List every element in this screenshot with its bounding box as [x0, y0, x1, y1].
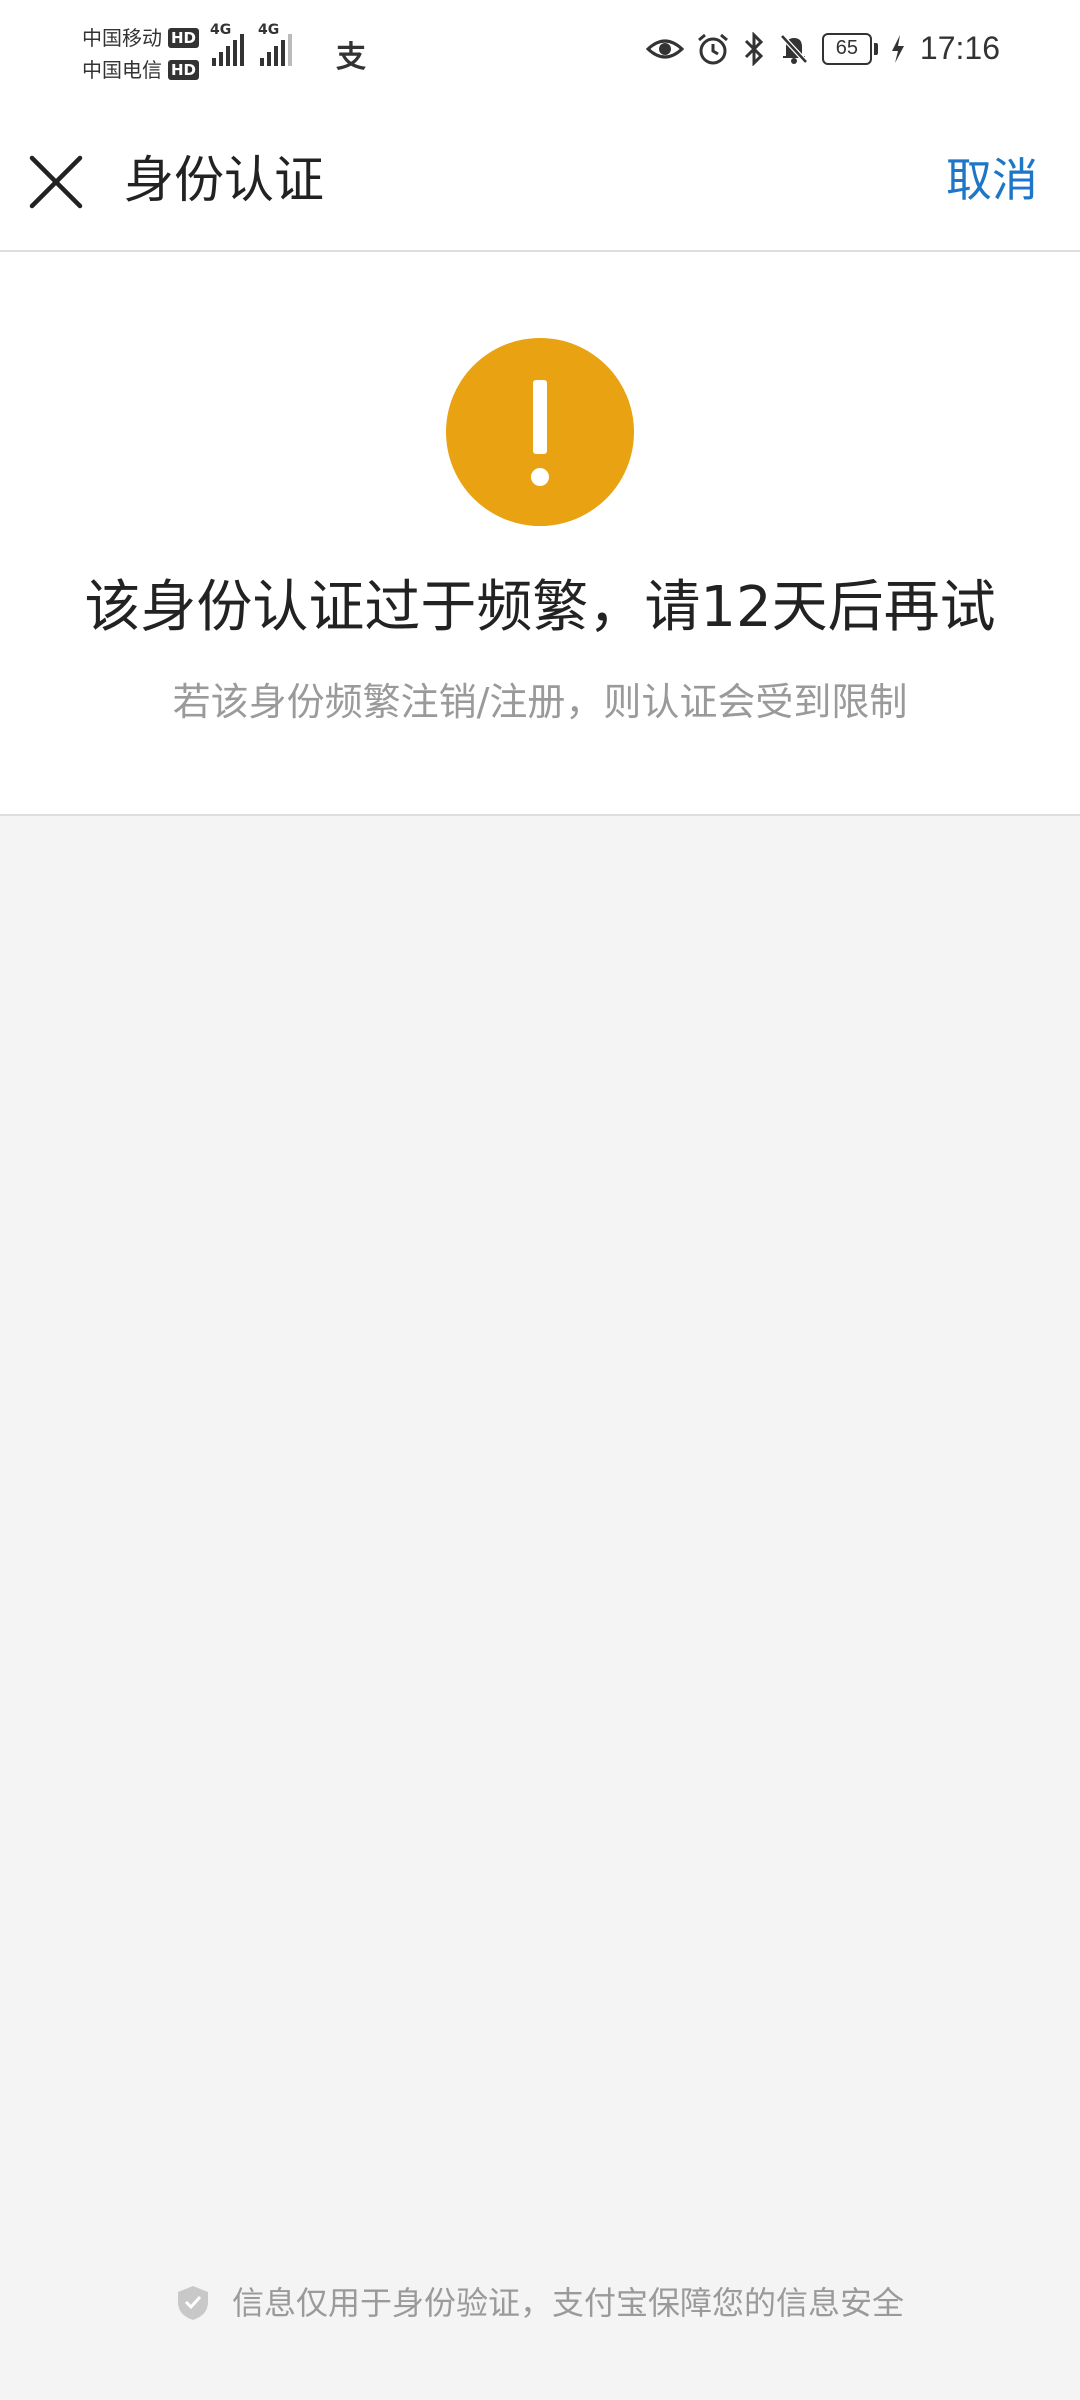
close-icon	[29, 155, 83, 209]
bluetooth-icon	[742, 31, 766, 66]
shield-icon	[177, 2286, 208, 2320]
alarm-icon	[696, 32, 730, 66]
signal-strength-icon: 4G	[258, 22, 292, 66]
close-button[interactable]	[26, 152, 86, 212]
alipay-notification-icon: 支	[336, 40, 366, 75]
carrier-name-1: 中国移动	[82, 26, 162, 50]
carrier-line-2: 中国电信 HD	[82, 54, 200, 86]
charging-icon	[890, 34, 906, 64]
cancel-button[interactable]: 取消	[946, 148, 1038, 212]
carrier-name-2: 中国电信	[82, 58, 162, 82]
carrier-line-1: 中国移动 HD	[82, 22, 200, 54]
hd-badge: HD	[168, 60, 200, 80]
result-subtitle: 若该身份频繁注销/注册，则认证会受到限制	[172, 680, 908, 724]
system-status-icons: 65 17:16	[645, 30, 1000, 67]
signal-strength-icon: 4G	[210, 22, 244, 66]
status-bar: 中国移动 HD 中国电信 HD 4G 4G 支 65 17:16	[0, 0, 1080, 108]
eye-icon	[645, 35, 684, 63]
security-note-text: 信息仅用于身份验证，支付宝保障您的信息安全	[231, 2284, 904, 2322]
security-note: 信息仅用于身份验证，支付宝保障您的信息安全	[0, 2276, 1080, 2330]
network-type-label: 4G	[210, 22, 232, 38]
result-panel: 该身份认证过于频繁，请12天后再试 若该身份频繁注销/注册，则认证会受到限制	[0, 252, 1080, 816]
clock: 17:16	[919, 30, 1000, 66]
battery-icon: 65	[821, 32, 878, 65]
network-type-label: 4G	[258, 22, 280, 38]
signal-indicators: 4G 4G	[210, 22, 292, 66]
hd-badge: HD	[168, 28, 200, 48]
carrier-info: 中国移动 HD 中国电信 HD	[82, 22, 200, 86]
page-title: 身份认证	[124, 151, 324, 209]
warning-icon	[446, 338, 634, 526]
battery-level: 65	[821, 32, 872, 65]
navigation-bar: 身份认证 取消	[0, 108, 1080, 252]
bell-off-icon	[778, 32, 810, 66]
result-title: 该身份认证过于频繁，请12天后再试	[84, 575, 996, 640]
